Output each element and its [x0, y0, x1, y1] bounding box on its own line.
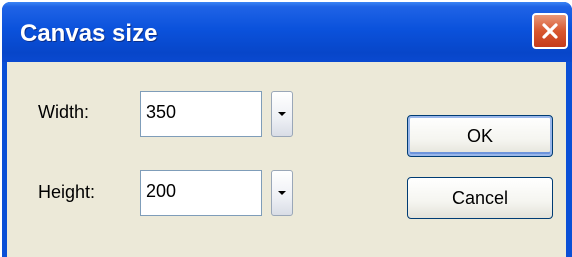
height-dropdown-button[interactable]	[271, 170, 293, 216]
height-input[interactable]: 200	[140, 170, 262, 216]
width-label: Width:	[38, 102, 90, 122]
close-icon	[540, 21, 560, 41]
cancel-button[interactable]: Cancel	[407, 177, 553, 219]
close-button[interactable]	[532, 13, 568, 49]
title-bar[interactable]: Canvas size	[2, 2, 572, 62]
chevron-down-icon	[277, 190, 287, 196]
dialog-body: Width: 350 Height: 200 OK Cancel	[7, 62, 566, 257]
ok-button[interactable]: OK	[407, 115, 553, 157]
height-label: Height:	[38, 182, 96, 202]
dialog-title: Canvas size	[20, 20, 158, 47]
width-dropdown-button[interactable]	[271, 91, 293, 137]
dialog-window: Canvas size Width: 350 Height: 200 OK Ca…	[2, 2, 572, 257]
chevron-down-icon	[277, 111, 287, 117]
width-input[interactable]: 350	[140, 91, 262, 137]
